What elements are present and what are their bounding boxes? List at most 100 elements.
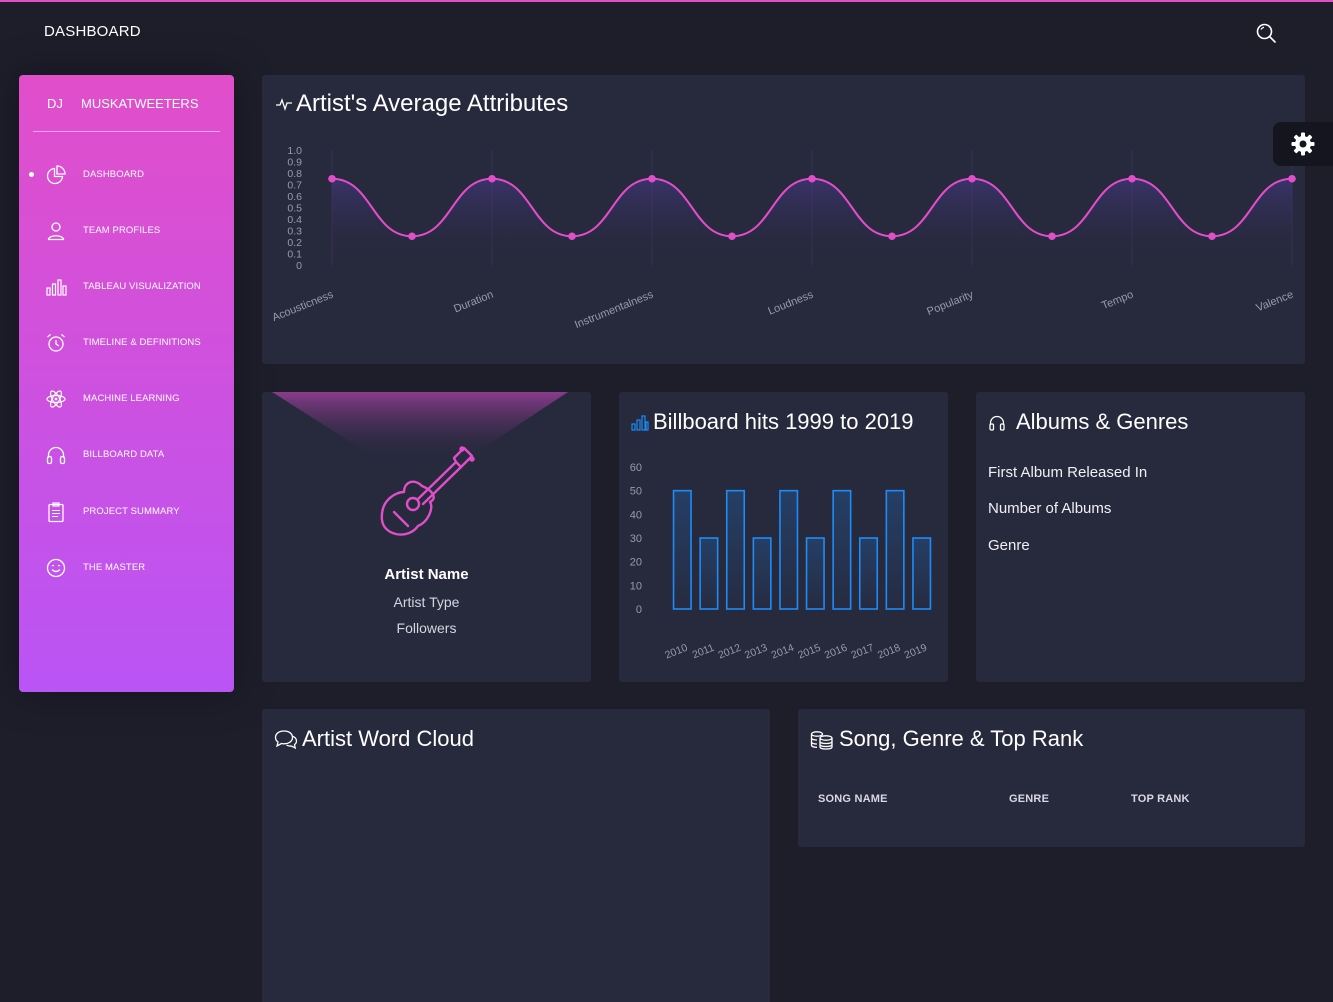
clipboard-icon bbox=[48, 502, 64, 523]
y-tick-label: 40 bbox=[630, 509, 642, 521]
data-point[interactable] bbox=[568, 232, 576, 241]
y-tick-label: 0.6 bbox=[287, 191, 302, 203]
line-area-fill bbox=[332, 178, 1292, 265]
x-tick-label: 2010 bbox=[663, 642, 689, 662]
bar[interactable] bbox=[912, 537, 932, 610]
song-rank-card: Song, Genre & Top Rank SONG NAME GENRE T… bbox=[798, 709, 1305, 847]
sidebar-item-the-master[interactable]: THE MASTER bbox=[19, 553, 234, 583]
data-point[interactable] bbox=[488, 174, 496, 183]
data-point[interactable] bbox=[648, 174, 656, 183]
x-tick-label: 2019 bbox=[903, 642, 929, 662]
word-cloud-title: Artist Word Cloud bbox=[302, 726, 474, 751]
bar[interactable] bbox=[752, 537, 772, 610]
y-tick-label: 0.9 bbox=[287, 157, 302, 169]
x-tick-label: 2018 bbox=[876, 642, 902, 662]
x-tick-label: 2016 bbox=[823, 642, 849, 662]
bar[interactable] bbox=[858, 537, 879, 610]
artist-followers: Followers bbox=[396, 620, 457, 636]
song-rank-title: Song, Genre & Top Rank bbox=[839, 726, 1084, 751]
y-tick-label: 0.7 bbox=[287, 180, 302, 192]
search-icon[interactable] bbox=[1254, 21, 1278, 45]
x-tick-label: Duration bbox=[452, 289, 495, 316]
sidebar-item-label: PROJECT SUMMARY bbox=[83, 506, 180, 517]
data-point[interactable] bbox=[728, 232, 736, 241]
artist-name: Artist Name bbox=[384, 566, 469, 583]
navbar-title: DASHBOARD bbox=[44, 23, 141, 40]
sidebar-item-label: TABLEAU VISUALIZATION bbox=[83, 281, 201, 292]
data-point[interactable] bbox=[1128, 174, 1136, 183]
chat-bubbles-icon bbox=[274, 730, 298, 750]
guitar-icon bbox=[380, 446, 475, 536]
sidebar-item-label: BILLBOARD DATA bbox=[83, 449, 165, 460]
bar[interactable] bbox=[805, 537, 825, 610]
bar[interactable] bbox=[725, 489, 746, 610]
y-tick-label: 30 bbox=[630, 533, 642, 545]
y-tick-label: 20 bbox=[630, 557, 642, 569]
sidebar-item-tableau-visualization[interactable]: TABLEAU VISUALIZATION bbox=[19, 272, 234, 302]
data-point[interactable] bbox=[968, 174, 976, 183]
bar[interactable] bbox=[885, 489, 905, 610]
y-tick-label: 60 bbox=[630, 462, 642, 474]
x-tick-label: Tempo bbox=[1100, 289, 1135, 312]
brand-divider bbox=[33, 131, 220, 132]
genre-label: Genre bbox=[988, 537, 1030, 554]
bar[interactable] bbox=[779, 489, 799, 610]
sidebar-item-machine-learning[interactable]: MACHINE LEARNING bbox=[19, 384, 234, 414]
x-tick-label: Popularity bbox=[925, 288, 975, 318]
database-coins-icon bbox=[810, 731, 833, 750]
y-tick-label: 10 bbox=[630, 580, 642, 592]
billboard-card: Billboard hits 1999 to 2019 60 50 40 30 20 10… bbox=[619, 392, 948, 682]
x-tick-label: 2013 bbox=[743, 642, 769, 662]
x-tick-label: 2017 bbox=[849, 642, 875, 662]
column-header-genre[interactable]: GENRE bbox=[1009, 793, 1049, 805]
data-point[interactable] bbox=[328, 174, 336, 183]
data-point[interactable] bbox=[408, 232, 416, 241]
sidebar-item-team-profiles[interactable]: TEAM PROFILES bbox=[19, 216, 234, 246]
data-point[interactable] bbox=[808, 174, 816, 183]
sidebar-item-project-summary[interactable]: PROJECT SUMMARY bbox=[19, 497, 234, 527]
settings-button[interactable] bbox=[1273, 122, 1333, 166]
y-tick-label: 0.5 bbox=[287, 203, 302, 215]
x-tick-label: 2012 bbox=[716, 642, 742, 662]
brand-short[interactable]: DJ bbox=[47, 96, 63, 111]
user-icon bbox=[47, 222, 65, 241]
sidebar-item-label: DASHBOARD bbox=[83, 169, 145, 180]
x-tick-label: Acousticness bbox=[271, 288, 336, 324]
y-tick-label: 0.8 bbox=[287, 168, 302, 180]
artist-card: Artist Name Artist Type Followers bbox=[262, 392, 591, 682]
bar[interactable] bbox=[672, 489, 692, 610]
bar[interactable] bbox=[832, 489, 852, 610]
y-tick-label: 0.4 bbox=[287, 214, 302, 226]
y-tick-label: 1.0 bbox=[287, 145, 302, 157]
column-header-top-rank[interactable]: TOP RANK bbox=[1131, 793, 1190, 805]
y-tick-label: 0 bbox=[296, 260, 302, 272]
pie-chart-icon bbox=[46, 165, 66, 185]
data-point[interactable] bbox=[1048, 232, 1056, 241]
sidebar-item-dashboard[interactable]: DASHBOARD bbox=[19, 160, 234, 190]
headphones-icon bbox=[989, 415, 1005, 431]
brand-name[interactable]: MUSKATWEETERS bbox=[81, 96, 199, 111]
bar[interactable] bbox=[699, 537, 719, 610]
billboard-bar-chart: 60504030201002010 2011 2012 2013 2014 2015 201… bbox=[630, 462, 932, 662]
word-cloud-card: Artist Word Cloud bbox=[262, 709, 770, 1002]
headphones-icon bbox=[46, 446, 66, 465]
sidebar-item-label: TIMELINE & DEFINITIONS bbox=[83, 337, 201, 348]
albums-title: Albums & Genres bbox=[1016, 409, 1189, 434]
bar-chart-icon bbox=[46, 279, 67, 296]
sidebar-item-billboard-data[interactable]: BILLBOARD DATA bbox=[19, 440, 234, 470]
sidebar-item-label: MACHINE LEARNING bbox=[83, 393, 180, 404]
data-point[interactable] bbox=[888, 232, 896, 241]
y-tick-label: 0 bbox=[636, 604, 642, 616]
x-tick-label: 2011 bbox=[691, 642, 717, 662]
x-tick-label: Loudness bbox=[766, 288, 815, 317]
attributes-line-chart: 1.00.90.80.70.60.50.40.30.20.10 Acousticn… bbox=[271, 145, 1296, 331]
gear-icon bbox=[1291, 132, 1315, 156]
data-point[interactable] bbox=[1208, 232, 1216, 241]
sidebar-item-timeline-definitions[interactable]: TIMELINE & DEFINITIONS bbox=[19, 328, 234, 358]
column-header-song-name[interactable]: SONG NAME bbox=[818, 793, 888, 805]
sidebar-item-label: TEAM PROFILES bbox=[83, 225, 161, 236]
x-tick-label: Instrumentalness bbox=[573, 288, 656, 331]
data-point[interactable] bbox=[1288, 174, 1296, 183]
smiley-icon bbox=[46, 558, 66, 578]
attributes-card: Artist's Average Attributes 1.0 0.9 0.8 0.7… bbox=[262, 75, 1305, 364]
